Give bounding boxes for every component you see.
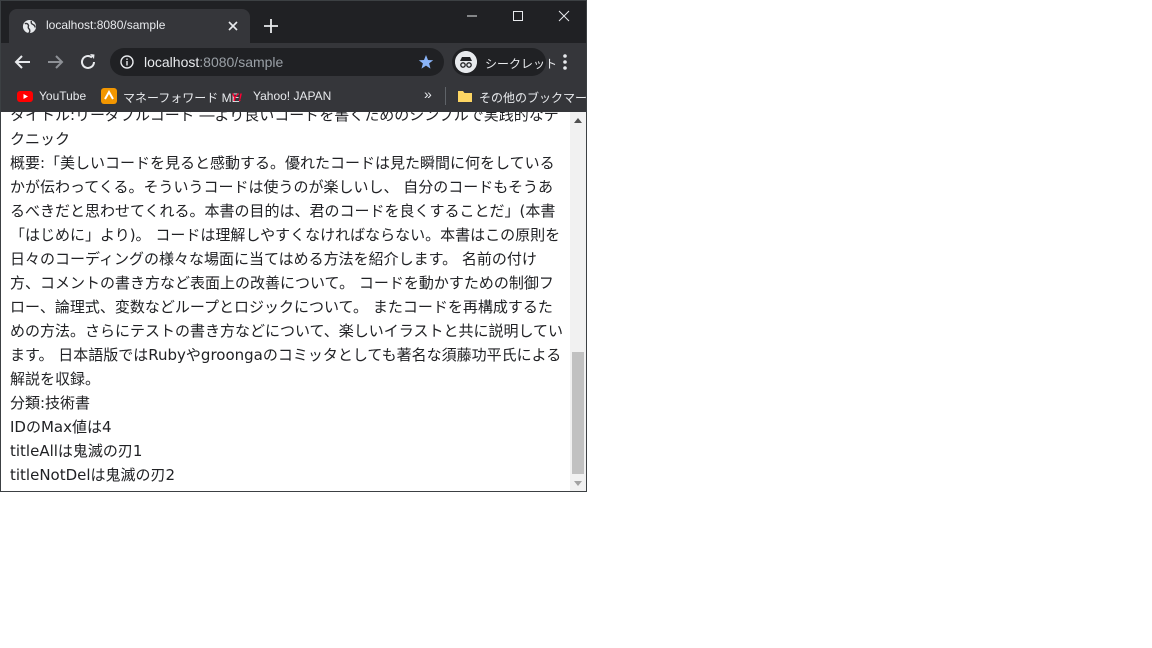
book-category-line: 分類:技術書 [10, 394, 91, 412]
book-summary-line: 概要:「美しいコードを見ると感動する。優れたコードは見た瞬間に何をしているかが伝… [10, 154, 564, 388]
tab-sample[interactable]: localhost:8080/sample [9, 9, 250, 43]
bookmarks-divider [445, 87, 446, 105]
forward-arrow-icon[interactable] [44, 51, 66, 73]
title-not-del-line: titleNotDelは鬼滅の刃2 [10, 466, 176, 484]
vertical-scrollbar[interactable] [570, 112, 586, 491]
maximize-icon [513, 11, 523, 21]
scroll-down-arrow-icon[interactable] [574, 481, 582, 486]
minimize-icon [467, 15, 477, 17]
bookmark-star-icon[interactable] [418, 54, 434, 70]
close-window-button[interactable] [541, 1, 586, 31]
book-title-line: タイトル:リーダブルコード ―より良いコードを書くためのシンプルで実践的なテクニ… [10, 112, 559, 148]
other-bookmarks-label: その他のブックマーク [479, 91, 587, 105]
minimize-button[interactable] [449, 1, 495, 31]
reload-icon[interactable] [77, 51, 99, 73]
maximize-button[interactable] [495, 1, 541, 31]
close-icon [558, 10, 570, 22]
bookmark-yahoo[interactable]: Y! Yahoo! JAPAN [231, 86, 341, 106]
bookmark-label: Yahoo! JAPAN [253, 89, 332, 103]
close-tab-icon[interactable] [224, 17, 242, 35]
bookmark-label: YouTube [39, 89, 87, 103]
tab-title: localhost:8080/sample [46, 18, 166, 32]
more-vert-icon[interactable] [557, 53, 573, 71]
yahoo-icon: Y! [231, 92, 242, 104]
back-arrow-icon[interactable] [12, 51, 34, 73]
bookmark-moneyforward[interactable]: マネーフォワード ME [101, 86, 240, 106]
browser-window: localhost:8080/sample localhost:8080/sam… [0, 0, 587, 492]
svg-text:Y!: Y! [231, 92, 242, 104]
bookmarks-overflow-chevron-icon[interactable]: » [424, 86, 432, 102]
tab-strip: localhost:8080/sample [1, 1, 586, 43]
info-icon[interactable] [120, 55, 134, 69]
new-tab-icon[interactable] [262, 17, 280, 35]
scrollbar-thumb[interactable] [572, 352, 584, 474]
url-text[interactable]: localhost:8080/sample [144, 54, 283, 70]
bookmarks-bar: YouTube マネーフォワード ME Y! Yahoo! JAPAN その他の… [1, 81, 586, 112]
youtube-icon [17, 91, 33, 102]
other-bookmarks-folder[interactable]: その他のブックマーク [457, 86, 586, 106]
folder-icon [458, 91, 472, 102]
page-viewport: タイトル:リーダブルコード ―より良いコードを書くためのシンプルで実践的なテクニ… [1, 112, 586, 491]
page-body: タイトル:リーダブルコード ―より良いコードを書くためのシンプルで実践的なテクニ… [10, 112, 565, 487]
incognito-label: シークレット [485, 57, 558, 71]
bookmark-label: マネーフォワード ME [123, 91, 240, 105]
url-path: :8080/sample [199, 54, 284, 70]
address-bar[interactable]: localhost:8080/sample [110, 48, 444, 76]
url-host: localhost [144, 54, 200, 70]
scroll-up-arrow-icon[interactable] [574, 118, 582, 123]
max-id-line: IDのMax値は4 [10, 418, 112, 436]
globe-icon [22, 19, 37, 34]
toolbar: localhost:8080/sample シークレット [1, 43, 586, 81]
moneyforward-icon [101, 88, 117, 104]
incognito-icon [455, 51, 477, 73]
title-all-line: titleAllは鬼滅の刃1 [10, 442, 143, 460]
incognito-badge[interactable]: シークレット [452, 48, 557, 76]
bookmark-youtube[interactable]: YouTube [17, 86, 89, 106]
